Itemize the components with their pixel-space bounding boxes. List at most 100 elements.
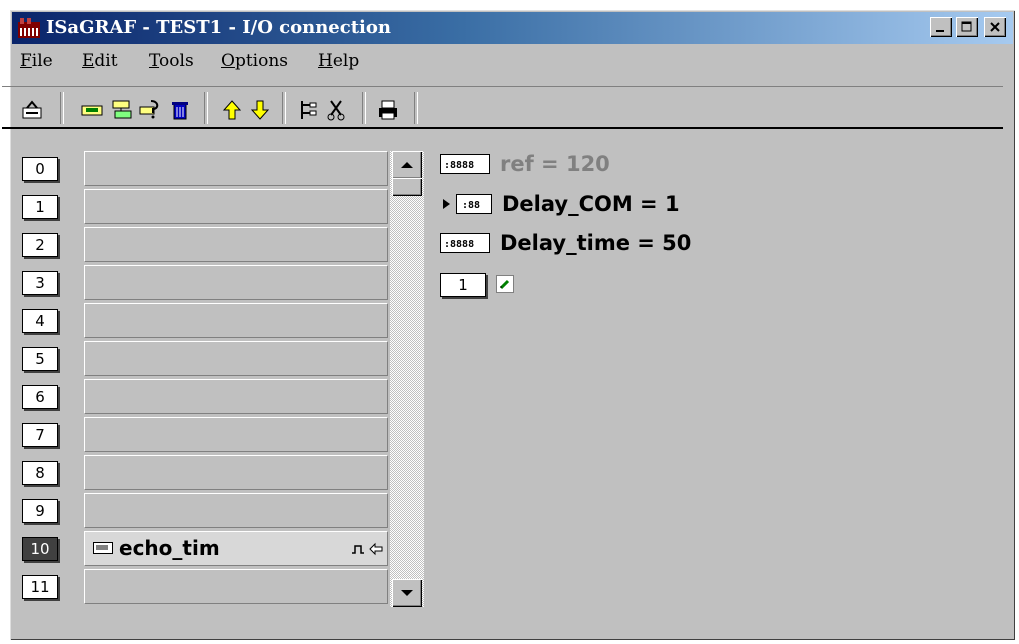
maximize-button[interactable] xyxy=(956,17,978,37)
menu-tools-accel: T xyxy=(149,51,160,71)
expand-arrow-icon[interactable] xyxy=(440,196,454,212)
app-icon xyxy=(18,18,40,38)
board-param-button[interactable] xyxy=(138,98,162,122)
slot-number[interactable]: 5 xyxy=(22,347,58,371)
svg-text::88: :88 xyxy=(462,200,480,211)
param-label: Delay_COM = 1 xyxy=(502,192,680,216)
menu-tools[interactable]: Tools xyxy=(149,51,194,71)
slot-number[interactable]: 3 xyxy=(22,271,58,295)
slot-number[interactable]: 9 xyxy=(22,499,58,523)
param-int-icon: :8888 xyxy=(440,233,490,253)
maximize-icon xyxy=(961,21,972,32)
scrollbar-track[interactable] xyxy=(390,151,424,607)
board-button[interactable] xyxy=(80,98,104,122)
slot-number[interactable]: 7 xyxy=(22,423,58,447)
pencil-icon xyxy=(499,279,510,290)
board-connect-button[interactable] xyxy=(110,98,134,122)
open-icon xyxy=(22,100,42,119)
delete-icon xyxy=(172,102,188,120)
toolbar-separator xyxy=(60,92,64,124)
slot-cell[interactable] xyxy=(84,569,388,604)
svg-text::8888: :8888 xyxy=(444,239,474,250)
slot-cell[interactable]: echo_tim xyxy=(84,531,388,566)
menu-help[interactable]: Help xyxy=(318,51,359,71)
param-row[interactable]: :88 Delay_COM = 1 xyxy=(440,190,680,218)
toolbar-separator xyxy=(282,92,286,124)
param-int-icon: :88 xyxy=(456,194,492,214)
slot-number[interactable]: 10 xyxy=(22,537,58,561)
menu-file-rest: ile xyxy=(31,51,53,71)
hierarchy-button[interactable] xyxy=(296,98,320,122)
slot-number[interactable]: 6 xyxy=(22,385,58,409)
board-connect-icon xyxy=(112,100,132,119)
menu-bar: File Edit Tools Options Help xyxy=(12,46,1013,76)
menu-file-accel: F xyxy=(20,51,32,71)
toolbar-divider xyxy=(2,127,1003,129)
menu-tools-rest: ools xyxy=(159,51,194,71)
toolbar-separator xyxy=(362,92,366,124)
menu-edit[interactable]: Edit xyxy=(82,51,118,71)
channel-edit-button[interactable] xyxy=(496,275,514,293)
param-int-icon: :8888 xyxy=(440,154,490,174)
menu-help-rest: elp xyxy=(332,51,360,71)
menu-help-accel: H xyxy=(318,51,333,71)
scroll-down-button[interactable] xyxy=(392,579,422,607)
menu-edit-rest: dit xyxy=(94,51,118,71)
slot-number[interactable]: 11 xyxy=(22,575,58,599)
menu-options-rest: ptions xyxy=(234,51,288,71)
board-label: echo_tim xyxy=(119,536,220,560)
slot-cell[interactable] xyxy=(84,493,388,528)
param-label: Delay_time = 50 xyxy=(500,231,692,255)
minimize-icon xyxy=(936,30,944,32)
slot-cell[interactable] xyxy=(84,189,388,224)
param-label: ref = 120 xyxy=(500,152,610,176)
hierarchy-icon xyxy=(301,101,317,119)
slot-number[interactable]: 1 xyxy=(22,195,58,219)
slot-cell[interactable] xyxy=(84,265,388,300)
window-title: ISaGRAF - TEST1 - I/O connection xyxy=(46,17,391,38)
cut-icon xyxy=(327,100,345,121)
arrow-left-icon xyxy=(369,542,383,556)
move-up-button[interactable] xyxy=(220,98,244,122)
open-button[interactable] xyxy=(20,98,44,122)
slot-cell[interactable] xyxy=(84,303,388,338)
slot-number[interactable]: 0 xyxy=(22,157,58,181)
scroll-up-button[interactable] xyxy=(392,151,422,179)
arrow-down-icon xyxy=(401,590,413,596)
menu-edit-accel: E xyxy=(82,51,95,71)
cut-button[interactable] xyxy=(324,98,348,122)
move-up-icon xyxy=(222,100,242,120)
slot-cell[interactable] xyxy=(84,417,388,452)
board-icon xyxy=(93,542,113,554)
delete-button[interactable] xyxy=(168,98,192,122)
pulse-icon xyxy=(352,545,364,554)
menu-options-accel: O xyxy=(221,51,235,71)
slot-number[interactable]: 2 xyxy=(22,233,58,257)
minimize-button[interactable] xyxy=(930,17,952,37)
board-icon xyxy=(81,105,103,116)
slot-number[interactable]: 4 xyxy=(22,309,58,333)
param-row[interactable]: :8888 ref = 120 xyxy=(440,150,610,178)
channel-number[interactable]: 1 xyxy=(440,273,486,297)
close-icon xyxy=(990,22,1000,32)
svg-text::8888: :8888 xyxy=(444,160,474,171)
title-bar[interactable]: ISaGRAF - TEST1 - I/O connection xyxy=(12,12,1013,44)
print-icon xyxy=(379,100,397,120)
close-button[interactable] xyxy=(984,17,1006,37)
move-down-icon xyxy=(250,100,270,120)
slot-cell[interactable] xyxy=(84,455,388,490)
param-row[interactable]: :8888 Delay_time = 50 xyxy=(440,229,691,257)
menu-options[interactable]: Options xyxy=(221,51,288,71)
toolbar-separator xyxy=(414,92,418,124)
move-down-button[interactable] xyxy=(248,98,272,122)
toolbar-separator xyxy=(204,92,208,124)
slot-number[interactable]: 8 xyxy=(22,461,58,485)
menu-file[interactable]: File xyxy=(20,51,53,71)
scrollbar-thumb[interactable] xyxy=(392,178,422,196)
board-param-icon xyxy=(139,100,159,119)
print-button[interactable] xyxy=(376,98,400,122)
slot-cell[interactable] xyxy=(84,379,388,414)
slot-cell[interactable] xyxy=(84,341,388,376)
slot-cell[interactable] xyxy=(84,227,388,262)
slot-cell[interactable] xyxy=(84,151,388,186)
